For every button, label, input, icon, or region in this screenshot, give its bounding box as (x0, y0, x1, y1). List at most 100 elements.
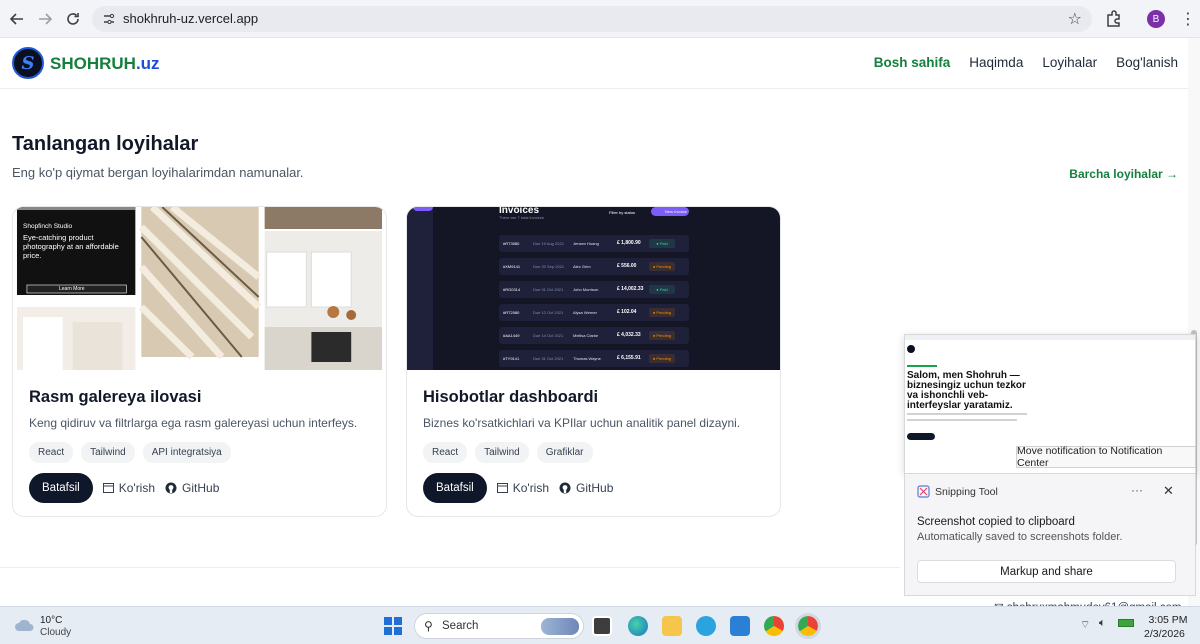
weather-description[interactable]: Cloudy (40, 627, 71, 638)
invoice-row: #RG0314 Due 01 Oct 2021 John Morrison £ 14,… (499, 281, 689, 298)
brand-name[interactable]: SHOHRUH.uz (50, 54, 160, 74)
back-button[interactable] (6, 8, 28, 30)
nav-about[interactable]: Haqimda (969, 55, 1023, 70)
github-link[interactable]: GitHub (559, 481, 613, 495)
project-title: Hisobotlar dashboardi (423, 388, 599, 406)
github-link[interactable]: GitHub (165, 481, 219, 495)
invoice-amount: £ 6,155.91 (617, 355, 641, 361)
invoice-amount: £ 102.04 (617, 309, 637, 315)
close-icon[interactable]: ✕ (1163, 483, 1174, 499)
thumb-logo (413, 207, 433, 211)
invoice-name: Jensen Huang (573, 241, 599, 246)
search-label: Search (442, 620, 479, 632)
invoice-id: #RT3080 (503, 241, 520, 246)
tag: React (423, 442, 468, 463)
thumb-button: Learn More (59, 286, 85, 292)
chrome-icon[interactable] (764, 616, 784, 636)
clock-date[interactable]: 2/3/2026 (1144, 628, 1185, 640)
cloud-icon[interactable] (14, 617, 36, 633)
all-projects-link[interactable]: Barcha loyihalar → (1069, 167, 1178, 181)
invoice-id: #RT2080 (503, 310, 520, 315)
browser-menu-icon[interactable]: ⋮ (1180, 9, 1196, 29)
tag-list: React Tailwind Grafiklar (423, 442, 593, 463)
task-view-icon[interactable] (592, 616, 612, 636)
window-icon (496, 483, 508, 493)
github-icon (165, 482, 177, 494)
details-button[interactable]: Batafsil (29, 473, 93, 503)
invoice-due: Due 20 Sep 2021 (533, 264, 565, 269)
bookmark-star-icon[interactable]: ☆ (1068, 9, 1082, 29)
invoice-due: Due 19 Aug 2021 (533, 241, 564, 246)
nav-contact[interactable]: Bog'lanish (1116, 55, 1178, 70)
windows-start-icon[interactable] (383, 616, 403, 636)
invoice-status: ● Pending (649, 331, 675, 340)
invoice-status: ● Pending (649, 354, 675, 363)
brand-main: SHOHRUH (50, 54, 136, 73)
invoice-amount: £ 14,002.33 (617, 286, 644, 292)
taskbar-search[interactable]: ⚲ Search (414, 613, 584, 639)
tag: Tailwind (475, 442, 529, 463)
project-title: Rasm galereya ilovasi (29, 388, 202, 406)
invoice-status: ● Pending (649, 262, 675, 271)
project-card-dashboard: Invoices There are 7 total invoices Filt… (406, 206, 781, 517)
weather-temperature[interactable]: 10°C (40, 615, 62, 626)
project-card-gallery: Shopfinch Studio Eye-catching product ph… (12, 206, 387, 517)
profile-avatar[interactable]: B (1147, 10, 1165, 28)
view-label: Ko'rish (512, 481, 550, 495)
arrow-right-icon (39, 13, 52, 25)
invoice-row: #TY9141 Due 31 Oct 2021 Thomas Wayne £ 6,15… (499, 350, 689, 367)
extensions-icon[interactable] (1104, 9, 1124, 29)
search-icon: ⚲ (424, 619, 433, 633)
more-options-icon[interactable]: ··· (1131, 483, 1143, 497)
invoice-id: #XM9141 (503, 264, 521, 269)
snipping-notification[interactable]: Snipping Tool ··· ✕ Screenshot copied to… (904, 474, 1196, 596)
taskbar: 10°C Cloudy ⚲ Search ⌔ 🔈︎ 3:05 PM 2/3/20… (0, 606, 1200, 644)
telegram-icon[interactable] (696, 616, 716, 636)
move-notification-tooltip: Move notification to Notification Center (1016, 445, 1196, 469)
invoice-name: Alex Grim (573, 264, 591, 269)
invoice-status: ● Paid (649, 285, 675, 294)
markup-share-button[interactable]: Markup and share (917, 560, 1176, 583)
url-text[interactable]: shokhruh-uz.vercel.app (123, 11, 258, 26)
volume-icon[interactable]: 🔈︎ (1099, 617, 1106, 630)
address-bar[interactable]: shokhruh-uz.vercel.app ☆ (92, 6, 1092, 32)
details-button[interactable]: Batafsil (423, 473, 487, 503)
invoice-name: Mellisa Clarke (573, 333, 599, 338)
preview-kicker (907, 365, 937, 367)
main-nav: Bosh sahifa Haqimda Loyihalar Bog'lanish (874, 55, 1178, 70)
forward-button[interactable] (34, 8, 56, 30)
preview-browserbar (905, 335, 1195, 340)
clock-time[interactable]: 3:05 PM (1148, 614, 1188, 626)
preview-button (907, 433, 935, 440)
nav-projects[interactable]: Loyihalar (1042, 55, 1097, 70)
invoice-due: Due 14 Oct 2021 (533, 333, 564, 338)
dashboard-thumbnail: Invoices There are 7 total invoices Filt… (407, 207, 780, 370)
card-actions: Batafsil Ko'rish GitHub (29, 473, 219, 503)
snipping-tool-icon (917, 485, 930, 498)
vscode-icon[interactable] (730, 616, 750, 636)
github-label: GitHub (182, 481, 220, 495)
battery-icon[interactable] (1118, 619, 1134, 627)
chrome-active-icon[interactable] (795, 613, 821, 639)
tag: React (29, 442, 74, 463)
invoice-id: #TY9141 (503, 356, 520, 361)
project-description: Biznes ko'rsatkichlari va KPIlar uchun a… (423, 416, 741, 430)
github-label: GitHub (576, 481, 614, 495)
site-info-icon[interactable] (102, 12, 116, 26)
invoice-amount: £ 1,800.90 (617, 240, 641, 246)
preview-text-line (907, 419, 1017, 421)
invoice-due: Due 31 Oct 2021 (533, 356, 564, 361)
invoice-id: #RG0314 (503, 287, 521, 292)
invoice-amount: £ 556.00 (617, 263, 637, 269)
reload-button[interactable] (62, 8, 84, 30)
view-link[interactable]: Ko'rish (496, 481, 550, 495)
edge-icon[interactable] (628, 616, 648, 636)
wifi-icon[interactable]: ⌔ (1080, 618, 1090, 632)
logo[interactable]: S (12, 47, 44, 79)
view-link[interactable]: Ko'rish (102, 481, 155, 495)
notification-body: Automatically saved to screenshots folde… (917, 531, 1123, 543)
preview-logo (907, 345, 915, 353)
file-explorer-icon[interactable] (662, 616, 682, 636)
thumb-sub: There are 7 total invoices (499, 215, 544, 220)
nav-home[interactable]: Bosh sahifa (874, 55, 951, 70)
